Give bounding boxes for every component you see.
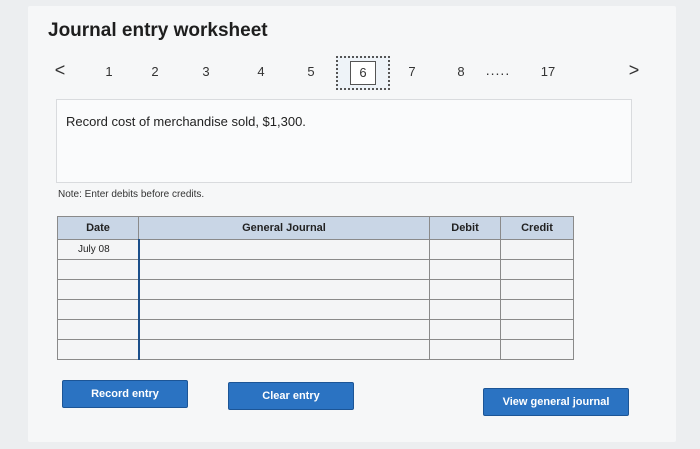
page-3[interactable]: 3 (196, 64, 216, 79)
credit-cell[interactable] (500, 279, 574, 300)
credit-cell[interactable] (500, 299, 574, 320)
page-2[interactable]: 2 (145, 64, 165, 79)
table-row (57, 259, 574, 280)
journal-account-cell[interactable] (137, 319, 430, 340)
debit-cell[interactable] (429, 319, 501, 340)
debit-cell[interactable] (429, 279, 501, 300)
date-cell[interactable] (57, 339, 139, 360)
debit-cell[interactable] (429, 239, 501, 260)
debit-cell[interactable] (429, 339, 501, 360)
date-cell[interactable] (57, 319, 139, 340)
debit-header: Debit (429, 216, 501, 240)
journal-account-cell[interactable] (137, 279, 430, 300)
date-header: Date (57, 216, 139, 240)
date-cell[interactable]: July 08 (57, 239, 139, 260)
page-5[interactable]: 5 (301, 64, 321, 79)
credit-cell[interactable] (500, 339, 574, 360)
page-17[interactable]: 17 (538, 64, 558, 79)
record-entry-button[interactable]: Record entry (62, 380, 188, 408)
date-cell[interactable] (57, 259, 139, 280)
table-row (57, 319, 574, 340)
page-7[interactable]: 7 (402, 64, 422, 79)
general-journal-header: General Journal (138, 216, 430, 240)
prev-page-icon[interactable]: < (50, 60, 70, 81)
journal-account-cell[interactable] (137, 299, 430, 320)
view-general-journal-button[interactable]: View general journal (483, 388, 629, 416)
table-row (57, 339, 574, 360)
page-8[interactable]: 8 (451, 64, 471, 79)
journal-account-cell[interactable] (137, 339, 430, 360)
journal-account-cell[interactable] (137, 259, 430, 280)
page-1[interactable]: 1 (99, 64, 119, 79)
date-cell[interactable] (57, 299, 139, 320)
debit-cell[interactable] (429, 299, 501, 320)
page-navigator: < 1 2 3 4 5 6 7 8 ..... 17 > (0, 56, 700, 92)
table-row (57, 299, 574, 320)
note-text: Note: Enter debits before credits. (58, 189, 205, 200)
active-page-label: 6 (350, 61, 376, 85)
credit-cell[interactable] (500, 319, 574, 340)
date-cell[interactable] (57, 279, 139, 300)
page-4[interactable]: 4 (251, 64, 271, 79)
clear-entry-button[interactable]: Clear entry (228, 382, 354, 410)
credit-cell[interactable] (500, 239, 574, 260)
journal-account-cell[interactable] (137, 239, 430, 260)
credit-header: Credit (500, 216, 574, 240)
instruction-box: Record cost of merchandise sold, $1,300. (56, 99, 632, 183)
instruction-text: Record cost of merchandise sold, $1,300. (66, 114, 306, 129)
next-page-icon[interactable]: > (624, 60, 644, 81)
credit-cell[interactable] (500, 259, 574, 280)
page-ellipsis: ..... (485, 62, 511, 78)
table-header-row: Date General Journal Debit Credit (57, 216, 574, 240)
table-row: July 08 (57, 239, 574, 260)
page-6-active[interactable]: 6 (336, 56, 390, 90)
journal-table: Date General Journal Debit Credit July 0… (57, 216, 574, 360)
debit-cell[interactable] (429, 259, 501, 280)
page-title: Journal entry worksheet (48, 20, 268, 41)
table-row (57, 279, 574, 300)
